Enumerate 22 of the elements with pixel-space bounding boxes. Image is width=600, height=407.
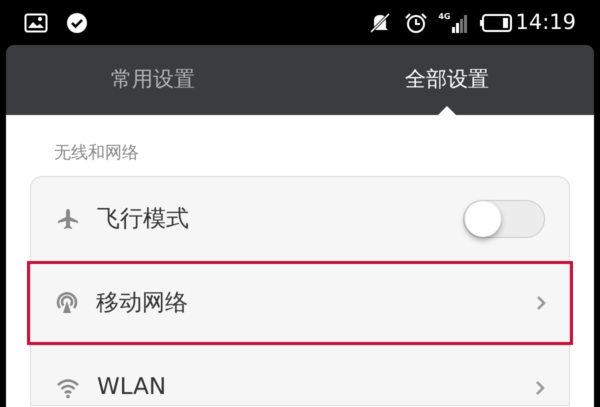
row-label: WLAN bbox=[97, 373, 168, 402]
row-label: 飞行模式 bbox=[97, 204, 190, 234]
network-type-label: 4G bbox=[438, 12, 450, 20]
muted-bell-icon bbox=[368, 12, 392, 34]
antenna-icon bbox=[56, 292, 78, 314]
settings-row[interactable]: 飞行模式 bbox=[31, 177, 569, 261]
battery-icon bbox=[480, 14, 512, 32]
row-label: 移动网络 bbox=[96, 288, 189, 318]
wifi-icon bbox=[57, 376, 79, 398]
clock-time: 14:19 bbox=[515, 8, 576, 36]
check-circle-icon bbox=[66, 12, 88, 34]
airplane-icon bbox=[57, 208, 79, 230]
section-title: 无线和网络 bbox=[54, 142, 140, 165]
chevron-right-icon bbox=[535, 380, 545, 396]
settings-row[interactable]: WLAN bbox=[31, 345, 569, 407]
signal-icon bbox=[452, 12, 468, 32]
chevron-right-icon bbox=[536, 295, 546, 311]
toggle-switch[interactable] bbox=[463, 200, 545, 238]
settings-row[interactable]: 移动网络 bbox=[27, 261, 573, 345]
image-icon bbox=[24, 12, 48, 32]
alarm-clock-icon bbox=[404, 12, 428, 34]
tab[interactable]: 常用设置 bbox=[6, 45, 300, 115]
